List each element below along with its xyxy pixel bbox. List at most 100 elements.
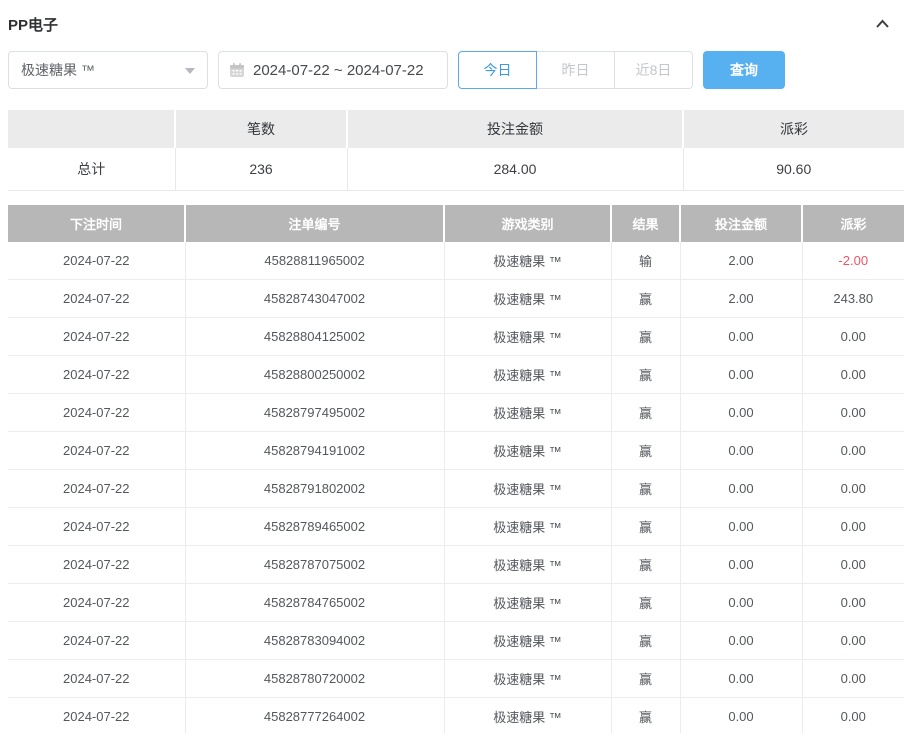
bet-table-header-row: 下注时间 注单编号 游戏类别 结果 投注金额 派彩 [8,205,904,242]
cell-payout: 0.00 [802,508,904,546]
cell-result: 赢 [611,584,680,622]
cell-payout: 0.00 [802,546,904,584]
cell-bet-amount: 0.00 [680,584,802,622]
cell-payout: 0.00 [802,470,904,508]
cell-bet-time: 2024-07-22 [8,356,185,394]
table-row: 2024-07-2245828804125002极速糖果 ™赢0.000.00 [8,318,904,356]
cell-bet-time: 2024-07-22 [8,622,185,660]
cell-order-no: 45828789465002 [185,508,444,546]
cell-game-type: 极速糖果 ™ [444,394,611,432]
summary-header-count: 笔数 [175,110,347,148]
cell-bet-amount: 0.00 [680,622,802,660]
summary-total-row: 总计 236 284.00 90.60 [8,148,904,190]
header-order-no: 注单编号 [185,205,444,242]
cell-bet-amount: 0.00 [680,470,802,508]
page-title: PP电子 [8,14,58,35]
cell-order-no: 45828791802002 [185,470,444,508]
panel-header: PP电子 [0,0,904,38]
table-row: 2024-07-2245828791802002极速糖果 ™赢0.000.00 [8,470,904,508]
header-game-type: 游戏类别 [444,205,611,242]
summary-table: 笔数 投注金额 派彩 总计 236 284.00 90.60 [8,110,904,191]
cell-game-type: 极速糖果 ™ [444,470,611,508]
total-payout: 90.60 [683,148,904,190]
last-8-days-button[interactable]: 近8日 [614,51,693,89]
cell-game-type: 极速糖果 ™ [444,318,611,356]
yesterday-button[interactable]: 昨日 [536,51,615,89]
cell-bet-amount: 0.00 [680,356,802,394]
cell-bet-time: 2024-07-22 [8,242,185,280]
header-bet-amount: 投注金额 [680,205,802,242]
cell-order-no: 45828743047002 [185,280,444,318]
table-row: 2024-07-2245828797495002极速糖果 ™赢0.000.00 [8,394,904,432]
cell-order-no: 45828811965002 [185,242,444,280]
cell-bet-amount: 0.00 [680,432,802,470]
summary-header-bet-amount: 投注金额 [347,110,683,148]
cell-result: 赢 [611,280,680,318]
cell-order-no: 45828794191002 [185,432,444,470]
cell-bet-time: 2024-07-22 [8,660,185,698]
cell-bet-amount: 2.00 [680,280,802,318]
cell-bet-amount: 0.00 [680,508,802,546]
cell-order-no: 45828787075002 [185,546,444,584]
table-row: 2024-07-2245828783094002极速糖果 ™赢0.000.00 [8,622,904,660]
cell-order-no: 45828797495002 [185,394,444,432]
filter-bar: 极速糖果 ™ 2024-07-22 ~ 2024-07-22 今日 昨日 近8日… [8,51,896,89]
header-bet-time: 下注时间 [8,205,185,242]
cell-bet-time: 2024-07-22 [8,508,185,546]
cell-result: 赢 [611,394,680,432]
cell-payout: 0.00 [802,394,904,432]
cell-bet-amount: 2.00 [680,242,802,280]
cell-result: 赢 [611,698,680,733]
summary-header-row: 笔数 投注金额 派彩 [8,110,904,148]
cell-order-no: 45828784765002 [185,584,444,622]
cell-result: 赢 [611,660,680,698]
date-range-value: 2024-07-22 ~ 2024-07-22 [253,62,424,79]
table-row: 2024-07-2245828787075002极速糖果 ™赢0.000.00 [8,546,904,584]
cell-payout: -2.00 [802,242,904,280]
cell-game-type: 极速糖果 ™ [444,546,611,584]
cell-game-type: 极速糖果 ™ [444,660,611,698]
table-row: 2024-07-2245828789465002极速糖果 ™赢0.000.00 [8,508,904,546]
cell-bet-time: 2024-07-22 [8,432,185,470]
table-row: 2024-07-2245828777264002极速糖果 ™赢0.000.00 [8,698,904,733]
cell-result: 赢 [611,470,680,508]
cell-game-type: 极速糖果 ™ [444,432,611,470]
cell-order-no: 45828777264002 [185,698,444,733]
cell-bet-time: 2024-07-22 [8,394,185,432]
quick-range-group: 今日 昨日 近8日 [458,51,693,89]
header-payout: 派彩 [802,205,904,242]
cell-game-type: 极速糖果 ™ [444,508,611,546]
cell-bet-amount: 0.00 [680,660,802,698]
cell-result: 赢 [611,508,680,546]
total-label: 总计 [8,148,175,190]
table-row: 2024-07-2245828794191002极速糖果 ™赢0.000.00 [8,432,904,470]
cell-result: 输 [611,242,680,280]
cell-bet-time: 2024-07-22 [8,546,185,584]
cell-bet-amount: 0.00 [680,698,802,733]
cell-order-no: 45828800250002 [185,356,444,394]
calendar-icon [229,62,245,78]
cell-order-no: 45828780720002 [185,660,444,698]
cell-payout: 0.00 [802,584,904,622]
header-result: 结果 [611,205,680,242]
cell-result: 赢 [611,356,680,394]
collapse-button[interactable] [871,14,894,34]
cell-payout: 243.80 [802,280,904,318]
cell-bet-time: 2024-07-22 [8,584,185,622]
table-row: 2024-07-2245828743047002极速糖果 ™赢2.00243.8… [8,280,904,318]
cell-result: 赢 [611,318,680,356]
table-row: 2024-07-2245828811965002极速糖果 ™输2.00-2.00 [8,242,904,280]
cell-bet-amount: 0.00 [680,394,802,432]
cell-bet-amount: 0.00 [680,546,802,584]
cell-game-type: 极速糖果 ™ [444,356,611,394]
cell-game-type: 极速糖果 ™ [444,280,611,318]
cell-bet-time: 2024-07-22 [8,470,185,508]
today-button[interactable]: 今日 [458,51,537,89]
date-range-input[interactable]: 2024-07-22 ~ 2024-07-22 [218,51,448,89]
cell-game-type: 极速糖果 ™ [444,242,611,280]
cell-bet-time: 2024-07-22 [8,318,185,356]
table-row: 2024-07-2245828784765002极速糖果 ™赢0.000.00 [8,584,904,622]
total-bet-amount: 284.00 [347,148,683,190]
game-select[interactable]: 极速糖果 ™ [8,51,208,89]
search-button[interactable]: 查询 [703,51,785,89]
